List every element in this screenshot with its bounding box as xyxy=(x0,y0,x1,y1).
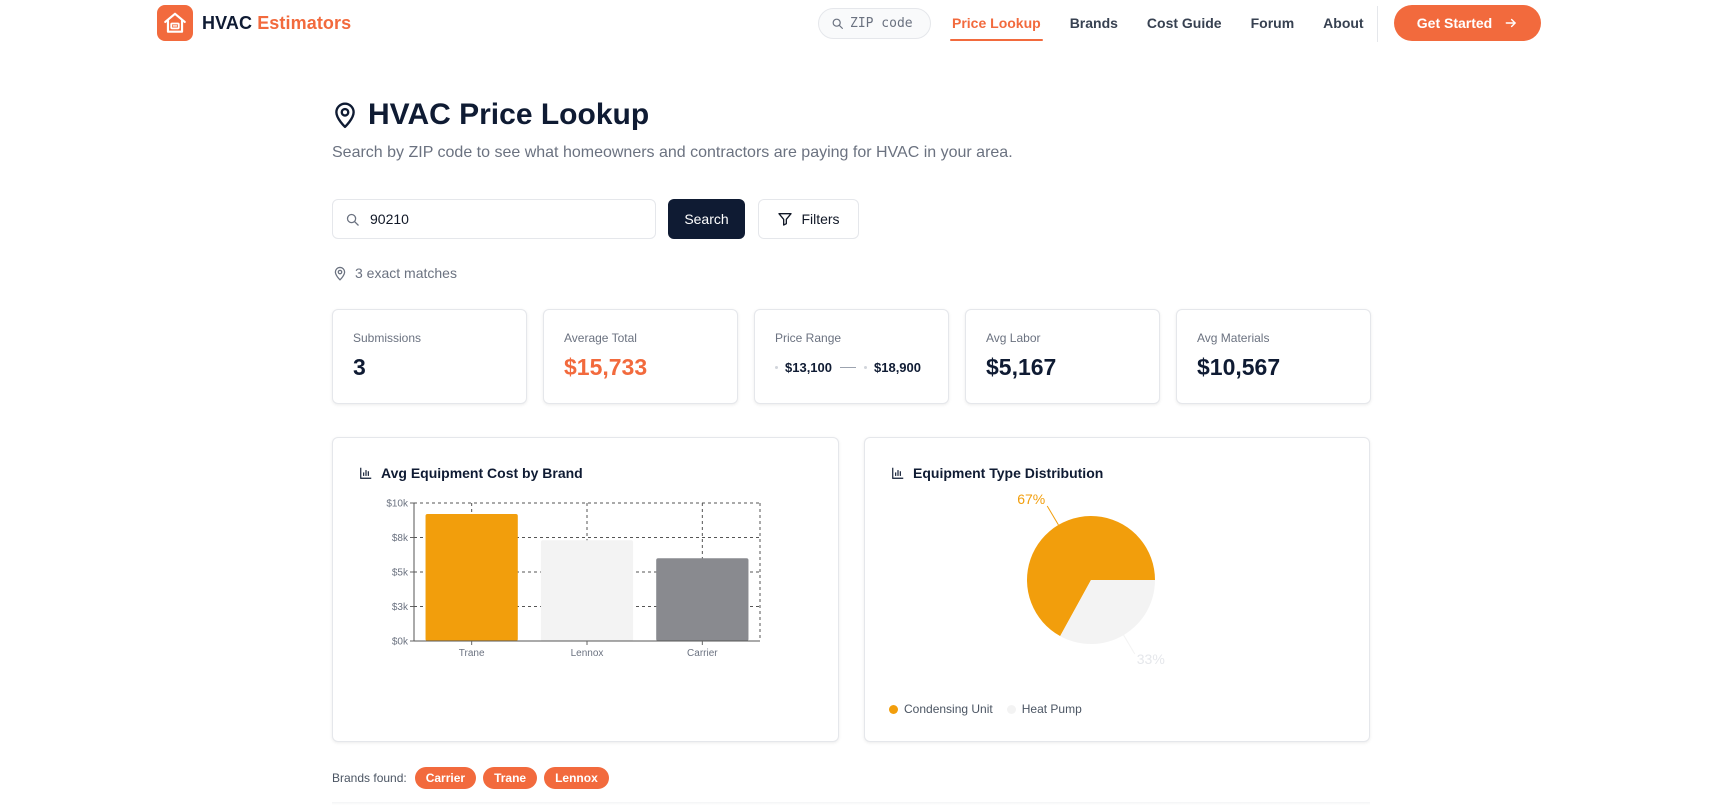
stat-label: Price Range xyxy=(775,331,842,345)
nav-links: Price Lookup Brands Cost Guide Forum Abo… xyxy=(950,0,1391,46)
brand-tag-carrier[interactable]: Carrier xyxy=(414,767,477,789)
bar-trane xyxy=(425,514,518,641)
x-tick-label: Carrier xyxy=(687,648,718,659)
range-dot xyxy=(775,366,778,369)
stat-card-price-range: Price Range $13,100 $18,900 xyxy=(754,309,949,404)
brand-name-main: HVAC xyxy=(202,12,253,33)
stat-value: 3 xyxy=(353,354,366,380)
legend-swatch xyxy=(1006,704,1016,714)
brand-tag-lennox[interactable]: Lennox xyxy=(544,767,609,789)
pie-label-line xyxy=(1123,634,1136,655)
stat-value: $10,567 xyxy=(1197,354,1281,380)
house-icon xyxy=(157,5,193,41)
legend-label: Condensing Unit xyxy=(904,702,993,716)
nav-zip-search[interactable] xyxy=(818,8,931,39)
x-tick-label: Trane xyxy=(459,648,485,659)
search-icon xyxy=(832,18,843,29)
brands-found-label: Brands found: xyxy=(332,771,407,785)
pie-chart-card: Equipment Type Distribution 67% 33% Conde… xyxy=(864,437,1370,742)
filter-icon xyxy=(778,213,793,226)
page-title: HVAC Price Lookup xyxy=(368,98,650,131)
arrow-right-icon xyxy=(1505,18,1517,28)
bar-lennox xyxy=(540,540,634,641)
nav-link-cost-guide[interactable]: Cost Guide xyxy=(1145,1,1224,45)
search-button[interactable]: Search xyxy=(668,199,745,239)
legend-item-condensing-unit[interactable]: Condensing Unit xyxy=(889,702,993,716)
brands-found-row: Brands found: Carrier Trane Lennox xyxy=(332,767,616,789)
page-title-row: HVAC Price Lookup xyxy=(332,98,649,132)
filters-label: Filters xyxy=(801,211,840,227)
stat-label: Avg Labor xyxy=(986,331,1041,345)
y-tick-label: $10k xyxy=(386,499,409,510)
stat-card-submissions: Submissions 3 xyxy=(332,309,527,404)
brand-name-accent: Estimators xyxy=(257,12,352,33)
brand-logo[interactable]: HVAC Estimators xyxy=(157,5,351,41)
price-range: $13,100 $18,900 xyxy=(775,360,928,375)
zip-search-input[interactable] xyxy=(370,211,630,227)
nav-link-price-lookup[interactable]: Price Lookup xyxy=(950,1,1043,45)
brand-name: HVAC Estimators xyxy=(202,13,351,34)
get-started-button[interactable]: Get Started xyxy=(1394,5,1541,41)
zip-search-box[interactable] xyxy=(332,199,656,239)
x-tick-label: Lennox xyxy=(571,648,604,659)
y-tick-label: $3k xyxy=(392,602,409,613)
range-dot xyxy=(864,366,867,369)
nav-link-brands[interactable]: Brands xyxy=(1068,1,1120,45)
legend-label: Heat Pump xyxy=(1021,702,1082,716)
y-tick-label: $5k xyxy=(392,568,409,579)
range-dash xyxy=(840,367,856,368)
bar-carrier xyxy=(656,558,749,641)
stat-card-avg-labor: Avg Labor $5,167 xyxy=(965,309,1160,404)
search-icon xyxy=(346,213,359,226)
matches-text: 3 exact matches xyxy=(355,265,457,281)
stat-card-average-total: Average Total $15,733 xyxy=(543,309,738,404)
map-pin-icon xyxy=(334,266,346,281)
page-subtitle: Search by ZIP code to see what homeowner… xyxy=(332,144,1013,161)
nav-link-about[interactable]: About xyxy=(1321,1,1365,45)
stat-value: $15,733 xyxy=(564,354,648,380)
pie-value-label: 33% xyxy=(1137,651,1165,667)
stat-label: Avg Materials xyxy=(1197,331,1270,345)
top-nav: HVAC Estimators Price Lookup Brands Cost… xyxy=(0,0,1720,46)
legend-swatch xyxy=(889,704,898,714)
stat-card-avg-materials: Avg Materials $10,567 xyxy=(1176,309,1371,404)
stat-label: Submissions xyxy=(353,331,422,345)
y-tick-label: $8k xyxy=(392,533,409,544)
map-pin-icon xyxy=(335,102,355,129)
bar-chart-plot: $0k $3k $5k $8k $10k Trane Lennox Carrier xyxy=(386,499,761,659)
brand-tag-trane[interactable]: Trane xyxy=(483,767,538,789)
bar-chart-card: Avg Equipment Cost by Brand $0k $3k $5k $8k… xyxy=(332,437,839,742)
nav-link-forum[interactable]: Forum xyxy=(1249,1,1297,45)
range-min: $13,100 xyxy=(785,360,832,375)
stat-label: Average Total xyxy=(564,331,637,345)
stat-value: $5,167 xyxy=(986,354,1057,380)
nav-zip-input[interactable] xyxy=(850,16,930,31)
y-tick-label: $0k xyxy=(392,637,409,648)
pie-value-label: 67% xyxy=(1017,491,1045,507)
pie-chart-plot: 67% 33% xyxy=(1017,491,1165,667)
matches-indicator: 3 exact matches xyxy=(333,265,457,281)
filters-button[interactable]: Filters xyxy=(758,199,859,239)
get-started-label: Get Started xyxy=(1416,15,1493,31)
pie-label-line xyxy=(1046,505,1059,526)
range-max: $18,900 xyxy=(874,360,921,375)
pie-legend: Condensing Unit Heat Pump xyxy=(889,702,1096,716)
nav-divider xyxy=(1377,6,1378,42)
legend-item-heat-pump[interactable]: Heat Pump xyxy=(1006,702,1082,716)
